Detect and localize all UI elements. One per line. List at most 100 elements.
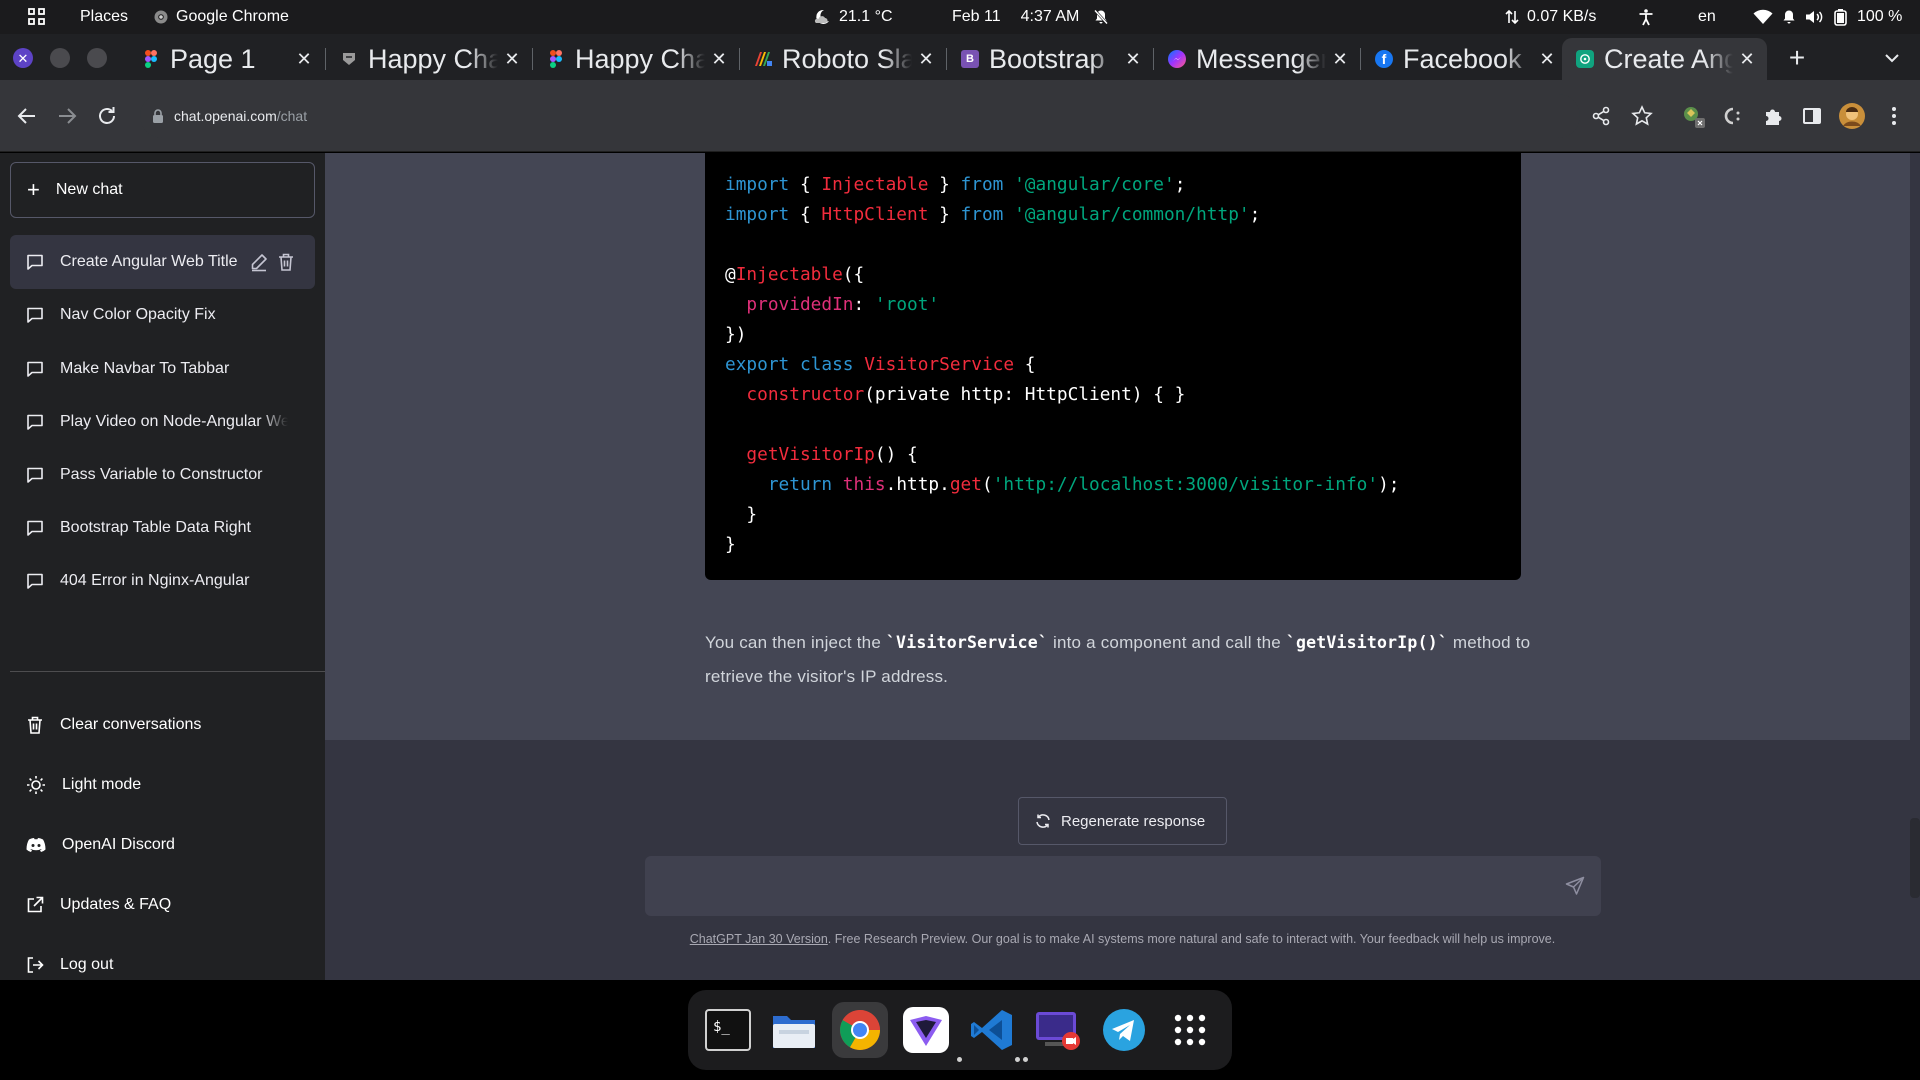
- conversation-item[interactable]: Make Navbar To Tabbar: [10, 342, 315, 396]
- bookmark-button[interactable]: [1628, 102, 1656, 130]
- updates-faq-link[interactable]: Updates & FAQ: [10, 881, 315, 929]
- star-icon: [1631, 105, 1653, 126]
- wifi-icon: [1753, 9, 1773, 24]
- menu-label: OpenAI Discord: [62, 836, 175, 853]
- extension-button-2[interactable]: [1718, 102, 1746, 130]
- messenger-icon: [1168, 50, 1186, 68]
- accessibility-menu[interactable]: [1637, 0, 1663, 34]
- back-button[interactable]: [13, 102, 41, 130]
- forward-button[interactable]: [53, 102, 81, 130]
- facebook-icon: f: [1375, 50, 1393, 68]
- openai-discord-link[interactable]: OpenAI Discord: [10, 821, 315, 869]
- language-indicator[interactable]: en: [1698, 0, 1716, 34]
- app-menu[interactable]: Google Chrome: [154, 0, 289, 34]
- code-line-5: providedIn: 'root': [746, 294, 940, 315]
- browser-menu-button[interactable]: [1880, 102, 1908, 130]
- window-close-button[interactable]: ✕: [13, 48, 33, 68]
- proton-vpn-launcher[interactable]: [898, 1002, 954, 1058]
- activities-button[interactable]: [27, 0, 55, 34]
- tab-title: Page 1: [170, 43, 256, 74]
- share-button[interactable]: [1587, 102, 1615, 130]
- code-line-11: return this.http.get('http://localhost:3…: [767, 474, 1400, 495]
- version-link[interactable]: ChatGPT Jan 30 Version: [690, 932, 828, 946]
- terminal-launcher[interactable]: $_: [700, 1002, 756, 1058]
- conversation-title: Pass Variable to Constructor: [60, 466, 263, 483]
- window-minimize-button[interactable]: [50, 48, 70, 68]
- app-grid-launcher[interactable]: [1162, 1002, 1218, 1058]
- new-chat-label: New chat: [55, 181, 123, 198]
- extension-c-icon: [1724, 107, 1740, 125]
- tab-close-icon[interactable]: ✕: [711, 49, 727, 70]
- tab-page-1[interactable]: Page 1 ✕: [128, 38, 324, 80]
- tab-close-icon[interactable]: ✕: [1539, 49, 1555, 70]
- files-icon: [773, 1016, 815, 1048]
- chat-main: import { Injectable } from '@angular/cor…: [325, 153, 1920, 980]
- code-block[interactable]: import { Injectable } from '@angular/cor…: [705, 153, 1521, 580]
- tab-close-icon[interactable]: ✕: [1332, 49, 1348, 70]
- chrome-launcher[interactable]: [832, 1002, 888, 1058]
- menu-label: Log out: [60, 956, 114, 973]
- extensions-button[interactable]: [1759, 102, 1787, 130]
- delete-trash-icon[interactable]: [277, 252, 295, 272]
- conversation-item-active[interactable]: Create Angular Web Title: [10, 235, 315, 289]
- edit-pencil-icon[interactable]: [249, 252, 269, 272]
- vscode-launcher[interactable]: [964, 1002, 1020, 1058]
- network-speed-indicator[interactable]: 0.07 KB/s: [1505, 0, 1596, 34]
- extension-button-1[interactable]: [1680, 102, 1708, 130]
- light-mode-button[interactable]: Light mode: [10, 761, 315, 809]
- address-bar[interactable]: chat.openai.com/chat: [140, 94, 1580, 138]
- trash-icon: [28, 716, 42, 734]
- new-chat-button[interactable]: + New chat: [10, 162, 315, 218]
- tab-close-icon[interactable]: ✕: [1125, 49, 1141, 70]
- tab-title: Happy Chat: [368, 43, 498, 74]
- weather-indicator[interactable]: 21.1 °C: [813, 0, 893, 34]
- battery-icon: [1834, 9, 1847, 26]
- menu-label: Clear conversations: [60, 716, 202, 733]
- tab-close-icon[interactable]: ✕: [918, 49, 934, 70]
- places-menu[interactable]: Places: [80, 0, 128, 34]
- code-line-1: import { Injectable } from '@angular/cor…: [725, 174, 1186, 195]
- answer-paragraph: You can then inject the `VisitorService`…: [705, 633, 1531, 686]
- system-status-menu[interactable]: 100 %: [1753, 0, 1902, 34]
- side-panel-button[interactable]: [1798, 102, 1826, 130]
- regenerate-response-button[interactable]: Regenerate response: [1018, 797, 1227, 845]
- tab-create-angular[interactable]: Create Angular ✕: [1562, 38, 1767, 80]
- tab-facebook[interactable]: f Facebook ✕: [1361, 38, 1567, 80]
- conversation-item[interactable]: Bootstrap Table Data Right: [10, 501, 315, 555]
- tab-close-icon[interactable]: ✕: [296, 49, 312, 70]
- kebab-menu-icon: [1892, 107, 1896, 125]
- tab-close-icon[interactable]: ✕: [1739, 49, 1755, 70]
- conversation-item[interactable]: Pass Variable to Constructor: [10, 448, 315, 502]
- tab-close-icon[interactable]: ✕: [504, 49, 520, 70]
- conversation-item[interactable]: Play Video on Node-Angular Web: [10, 395, 315, 449]
- tab-title: Create Angular: [1604, 43, 1733, 74]
- send-button[interactable]: [1563, 874, 1587, 898]
- clock[interactable]: Feb 11 4:37 AM: [952, 0, 1117, 34]
- new-tab-button[interactable]: +: [1783, 42, 1811, 74]
- conversation-title: Play Video on Node-Angular Web: [60, 413, 288, 430]
- footer-text: . Free Research Preview. Our goal is to …: [827, 932, 1556, 946]
- conversation-item[interactable]: Nav Color Opacity Fix: [10, 288, 315, 342]
- message-input[interactable]: [661, 874, 1531, 898]
- telegram-launcher[interactable]: [1096, 1002, 1152, 1058]
- tab-happy-chat-2[interactable]: Happy Chat ✕: [533, 38, 739, 80]
- conversation-title: Bootstrap Table Data Right: [60, 519, 251, 536]
- code-line-13: }: [725, 534, 736, 555]
- sidebar-divider: [10, 671, 325, 672]
- tab-roboto-slab[interactable]: Roboto Slab ✕: [740, 38, 946, 80]
- window-maximize-button[interactable]: [87, 48, 107, 68]
- volume-icon: [1806, 11, 1823, 23]
- tab-happy-chat-1[interactable]: Happy Chat ✕: [326, 38, 532, 80]
- tab-messenger[interactable]: Messenger ✕: [1154, 38, 1360, 80]
- conversation-item[interactable]: 404 Error in Nginx-Angular: [10, 554, 315, 608]
- tab-search-button[interactable]: [1880, 46, 1904, 70]
- tab-bootstrap[interactable]: B Bootstrap ✕: [947, 38, 1153, 80]
- reload-button[interactable]: [93, 102, 121, 130]
- vscode-icon: [971, 1010, 1012, 1050]
- scrollbar-thumb[interactable]: [1910, 818, 1920, 898]
- profile-avatar[interactable]: [1838, 102, 1866, 130]
- screen-recorder-launcher[interactable]: [1030, 1002, 1086, 1058]
- extension-gem-icon: [1684, 107, 1705, 128]
- files-launcher[interactable]: [766, 1002, 822, 1058]
- clear-conversations-button[interactable]: Clear conversations: [10, 701, 315, 749]
